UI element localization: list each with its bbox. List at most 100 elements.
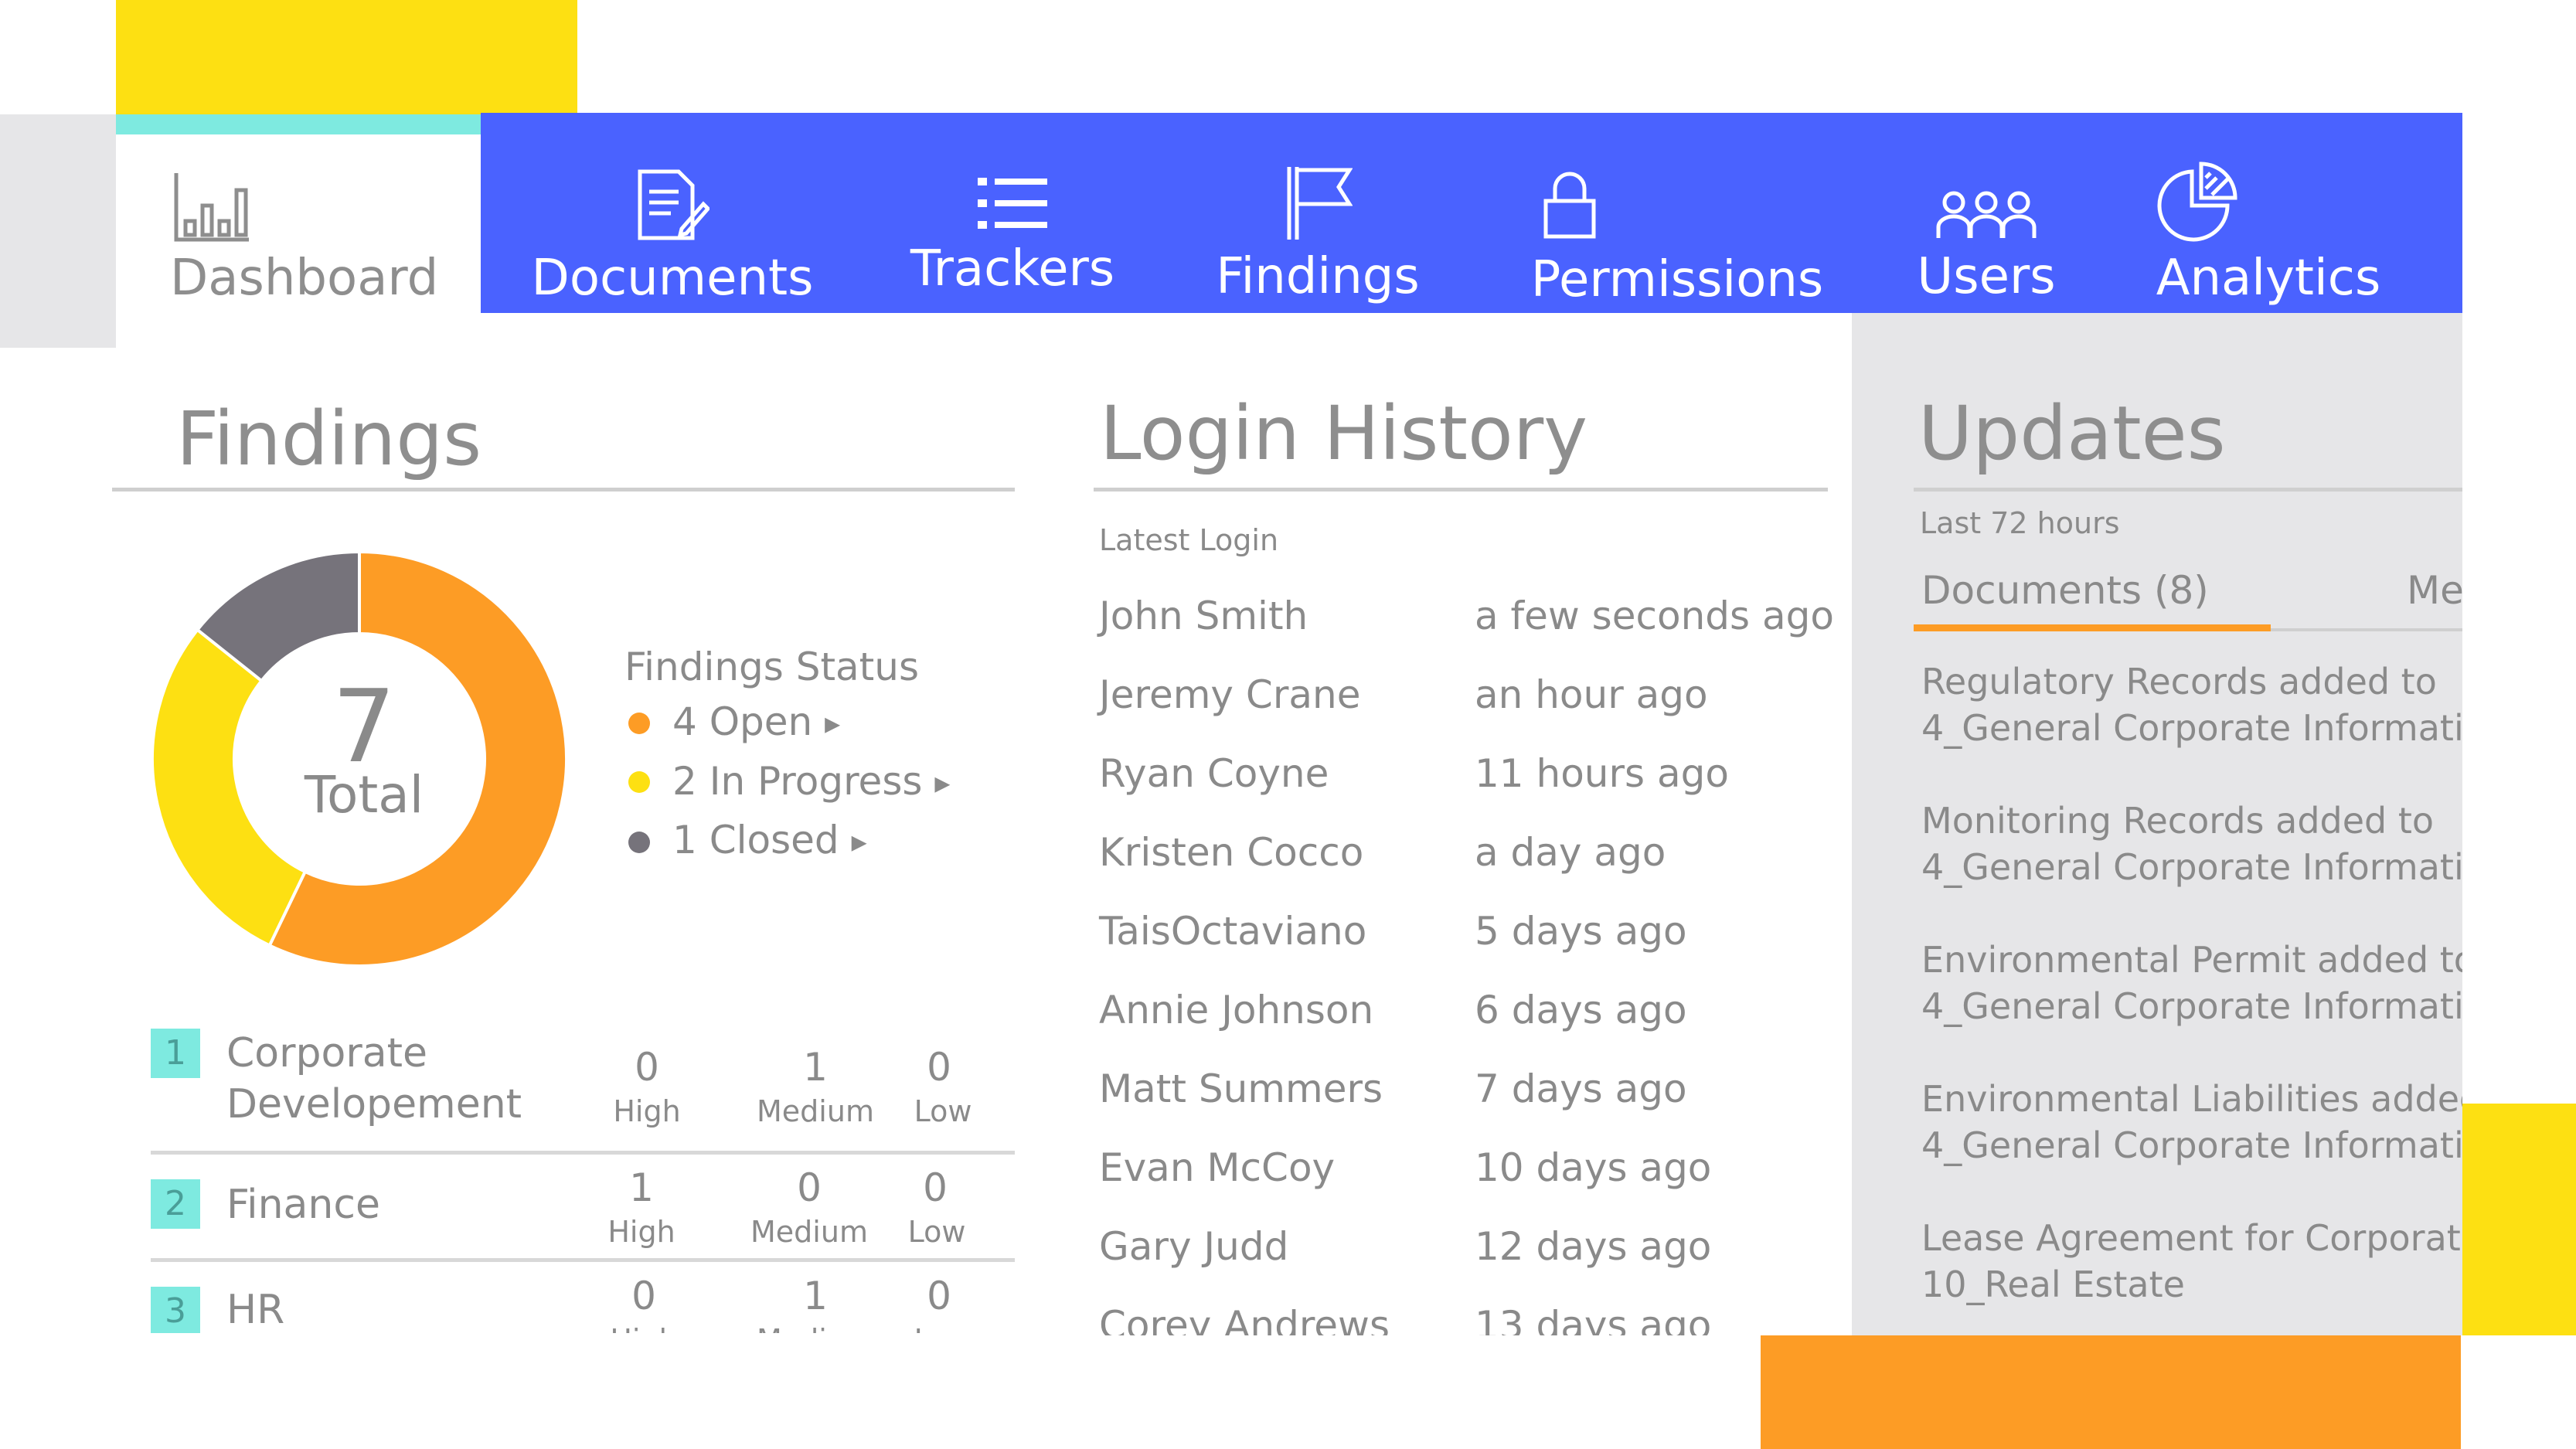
tab-documents[interactable]: Documents [526, 168, 819, 303]
dept-low-count: 0 [927, 1045, 951, 1090]
decor-gray-block [0, 114, 116, 348]
status-closed-label: 1 Closed [672, 818, 839, 862]
login-time: a few seconds ago [1475, 594, 1834, 638]
login-user-name[interactable]: TaisOctaviano [1099, 909, 1366, 954]
login-user-name[interactable]: Matt Summers [1099, 1066, 1383, 1111]
tab-permissions[interactable]: Permissions [1515, 170, 1839, 304]
login-user-name[interactable]: Ryan Coyne [1099, 751, 1329, 796]
login-time: 11 hours ago [1475, 751, 1729, 796]
updates-title: Updates [1918, 390, 2226, 477]
users-icon [1936, 191, 2037, 238]
tab-trackers[interactable]: Trackers [881, 176, 1144, 294]
document-edit-icon [638, 169, 710, 240]
dept-name[interactable]: HR [226, 1284, 284, 1333]
decor-yellow-block-right [2460, 1104, 2576, 1335]
chevron-right-icon: ▶ [934, 772, 951, 796]
dept-high-label: High [567, 1323, 721, 1333]
tab-findings[interactable]: Findings [1190, 164, 1445, 301]
dept-index-badge: 2 [151, 1179, 200, 1229]
login-time: an hour ago [1475, 672, 1708, 717]
flag-icon [1287, 167, 1353, 240]
updates-tab-documents[interactable]: Documents (8) [1921, 568, 2209, 613]
dept-index-badge: 3 [151, 1287, 200, 1333]
tab-analytics-label: Analytics [2156, 250, 2381, 307]
tab-permissions-label: Permissions [1530, 251, 1824, 308]
login-time: 5 days ago [1475, 909, 1687, 954]
login-time: 6 days ago [1475, 988, 1687, 1032]
dept-name-line1: HR [226, 1287, 285, 1333]
chevron-right-icon: ▶ [825, 713, 841, 736]
decor-yellow-block [116, 0, 577, 114]
update-item-title: Environmental Liabilities added [1921, 1078, 2462, 1120]
dept-name[interactable]: Corporate Developement [226, 1028, 522, 1130]
login-time: 12 days ago [1475, 1224, 1712, 1269]
dept-high-label: High [613, 1094, 681, 1128]
dept-name-line1: Finance [226, 1182, 380, 1228]
update-item-location: 4_General Corporate Informatic [1921, 985, 2462, 1027]
login-user-name[interactable]: Evan McCoy [1099, 1145, 1335, 1190]
login-time: 7 days ago [1475, 1066, 1687, 1111]
updates-subtitle: Last 72 hours [1920, 506, 2120, 540]
status-closed[interactable]: 1 Closed ▶ [672, 818, 867, 862]
tab-dashboard[interactable]: Dashboard [170, 172, 441, 303]
updates-panel: Updates Last 72 hours Documents (8) Me R… [1852, 313, 2462, 1335]
tab-dashboard-label: Dashboard [170, 250, 439, 307]
status-dot-closed [628, 832, 650, 853]
status-dot-in-progress [628, 771, 650, 793]
update-item-title: Lease Agreement for Corporate [1921, 1217, 2462, 1259]
updates-tab-more[interactable]: Me [2407, 568, 2462, 613]
update-item-title: Environmental Permit added to [1921, 939, 2462, 981]
dept-high-count: 1 [629, 1165, 654, 1210]
update-item-location: 4_General Corporate Informatic [1921, 846, 2462, 888]
login-user-name[interactable]: John Smith [1099, 594, 1308, 638]
dept-low-count: 0 [923, 1165, 948, 1210]
login-user-name[interactable]: Jeremy Crane [1099, 672, 1360, 717]
dept-low-label: Low [914, 1094, 972, 1128]
update-item-location: 10_Real Estate [1921, 1264, 2185, 1305]
login-time: a day ago [1475, 830, 1666, 875]
dept-low-count: 0 [927, 1274, 951, 1318]
tab-users[interactable]: Users [1901, 190, 2071, 301]
dept-name-line1: Corporate [226, 1030, 427, 1077]
donut-total-value: 7 [332, 668, 396, 785]
login-history-divider [1094, 488, 1828, 492]
update-item-title: Regulatory Records added to [1921, 661, 2437, 702]
dept-index-badge: 1 [151, 1029, 200, 1078]
table-row-divider [151, 1258, 1015, 1262]
decor-orange-block [1761, 1335, 2461, 1449]
login-user-name[interactable]: Annie Johnson [1099, 988, 1373, 1032]
tab-documents-label: Documents [531, 250, 814, 307]
login-user-name[interactable]: Gary Judd [1099, 1224, 1288, 1269]
dept-high-count: 0 [635, 1045, 659, 1090]
tab-analytics[interactable]: Analytics [2133, 161, 2404, 303]
lock-icon [1543, 172, 1596, 239]
tab-trackers-label: Trackers [910, 240, 1115, 298]
dept-name-line2: Developement [226, 1081, 522, 1128]
status-in-progress-label: 2 In Progress [672, 759, 923, 804]
login-history-title: Login History [1100, 390, 1588, 477]
chevron-right-icon: ▶ [851, 831, 867, 855]
updates-tab-active-indicator [1914, 624, 2271, 631]
dept-name[interactable]: Finance [226, 1179, 380, 1230]
login-time: 13 days ago [1475, 1303, 1712, 1335]
status-in-progress[interactable]: 2 In Progress ▶ [672, 759, 950, 804]
login-history-list: John Smith a few seconds ago Jeremy Crane a… [1067, 572, 1839, 1335]
dept-high-count: 0 [631, 1274, 656, 1318]
update-item-location: 4_General Corporate Informatic [1921, 707, 2462, 749]
dept-low-label: Low [907, 1215, 966, 1249]
tab-findings-label: Findings [1216, 248, 1420, 305]
tab-users-label: Users [1917, 248, 2056, 305]
table-row-divider [151, 1151, 1015, 1155]
login-user-name[interactable]: Kristen Cocco [1099, 830, 1363, 875]
login-time: 10 days ago [1475, 1145, 1712, 1190]
dept-low-label: Low [866, 1323, 1020, 1333]
update-item-title: Monitoring Records added to [1921, 800, 2435, 842]
login-user-name[interactable]: Corey Andrews [1099, 1303, 1390, 1335]
dept-high-label: High [607, 1215, 675, 1249]
login-history-subtitle: Latest Login [1099, 523, 1279, 557]
status-open-label: 4 Open [672, 699, 813, 744]
findings-department-table: 1 Corporate Developement 0 High 1 Medium… [116, 997, 1043, 1333]
status-open[interactable]: 4 Open ▶ [672, 699, 840, 744]
status-dot-open [628, 713, 650, 734]
list-icon [978, 178, 1047, 229]
